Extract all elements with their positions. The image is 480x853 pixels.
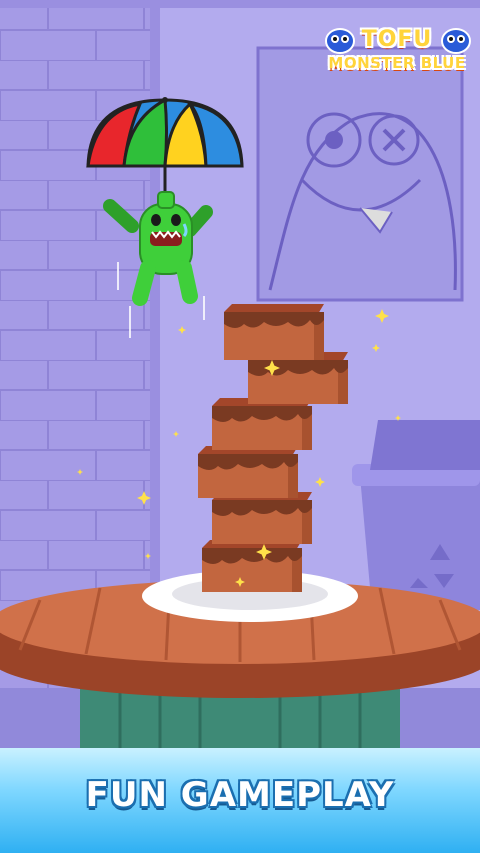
tofu-block-icon bbox=[202, 540, 302, 592]
banner-title: FUN GAMEPLAY bbox=[85, 775, 395, 815]
tofu-block-icon bbox=[224, 304, 324, 360]
logo-title-line2: MONSTER BLUE bbox=[328, 54, 466, 72]
game-scene bbox=[0, 0, 480, 760]
game-screen: TOFU MONSTER BLUE FUN GAMEPLAY bbox=[0, 0, 480, 853]
tofu-block-icon bbox=[198, 446, 298, 498]
tofu-block-icon bbox=[212, 398, 312, 450]
monster-poster-icon bbox=[256, 46, 464, 302]
tofu-block-icon bbox=[212, 492, 312, 544]
game-logo: TOFU MONSTER BLUE bbox=[318, 20, 476, 80]
blue-monster-face-icon bbox=[325, 28, 355, 54]
logo-title-line1: TOFU bbox=[361, 27, 433, 52]
blue-monster-face-icon bbox=[441, 28, 471, 54]
